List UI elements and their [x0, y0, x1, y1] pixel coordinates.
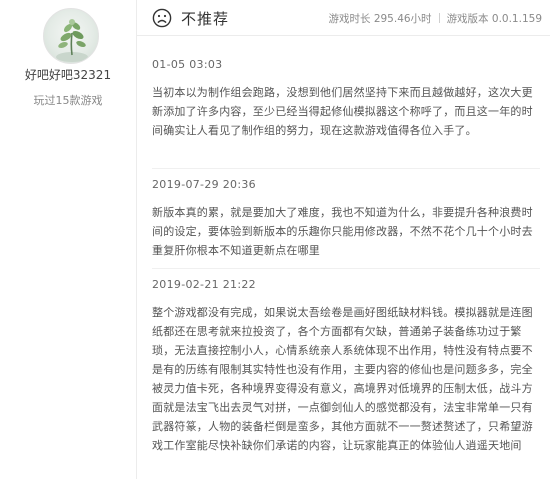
games-played-count: 玩过15款游戏: [33, 94, 103, 107]
review-date: 01-05 03:03: [152, 58, 223, 71]
avatar[interactable]: [43, 8, 99, 64]
review-divider: [152, 168, 540, 169]
review-entry: 01-05 03:03 当初本以为制作组会跑路，没想到他们居然坚持下来而且越做越…: [152, 58, 540, 140]
review-date: 2019-07-29 20:36: [152, 178, 256, 191]
user-sidebar: 好吧好吧32321 玩过15款游戏: [0, 0, 136, 479]
review-meta: 游戏时长 295.46小时 游戏版本 0.0.1.159: [328, 11, 542, 26]
review-text: 新版本真的累，就是要加大了难度，我也不知道为什么，非要提升各种浪费时间的设定，要…: [152, 206, 533, 257]
playtime: 游戏时长 295.46小时: [328, 13, 432, 25]
review-header: 不推荐 游戏时长 295.46小时 游戏版本 0.0.1.159: [137, 0, 550, 36]
sad-face-icon: [152, 8, 172, 28]
game-version: 游戏版本 0.0.1.159: [446, 13, 542, 25]
review-text: 整个游戏都没有完成，如果说太吾绘卷是画好图纸缺材料钱。模拟器就是连图纸都还在思考…: [152, 306, 533, 452]
meta-separator: [438, 13, 440, 23]
review-panel: 不推荐 游戏时长 295.46小时 游戏版本 0.0.1.159 01-05 03…: [137, 0, 550, 479]
review-entry: 2019-02-21 21:22 整个游戏都没有完成，如果说太吾绘卷是画好图纸缺…: [152, 278, 540, 455]
review-text: 当初本以为制作组会跑路，没想到他们居然坚持下来而且越做越好，这次大更新添加了许多…: [152, 86, 533, 137]
review-divider: [152, 268, 540, 269]
username[interactable]: 好吧好吧32321: [0, 66, 136, 83]
review-date: 2019-02-21 21:22: [152, 278, 256, 291]
plant-avatar-icon: [56, 19, 88, 62]
review-entry: 2019-07-29 20:36 新版本真的累，就是要加大了难度，我也不知道为什…: [152, 178, 540, 260]
verdict-label: 不推荐: [181, 10, 230, 28]
